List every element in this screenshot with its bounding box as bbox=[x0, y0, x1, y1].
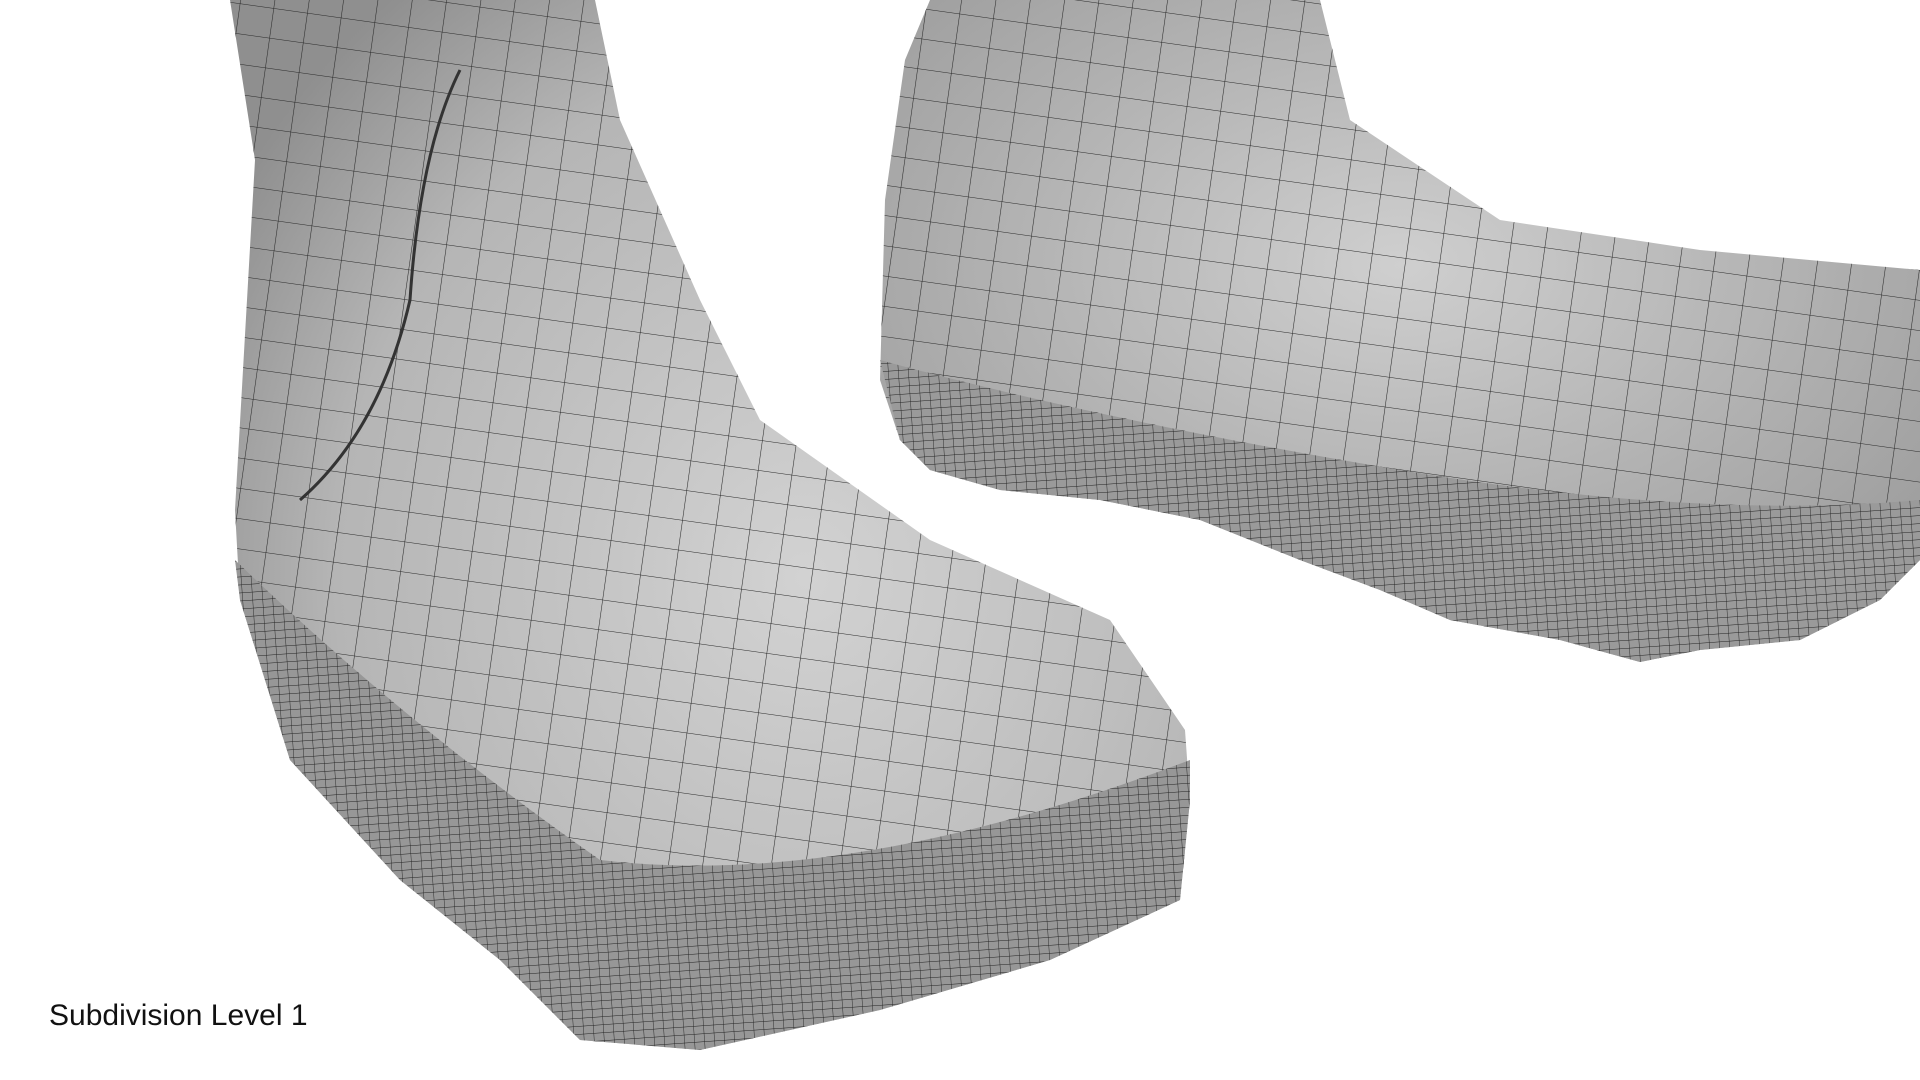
right-boot bbox=[880, 0, 1920, 662]
boots-wireframe-render bbox=[230, 0, 1920, 1050]
subdivision-level-caption: Subdivision Level 1 bbox=[49, 999, 308, 1032]
render-viewport: Subdivision Level 1 bbox=[0, 0, 1920, 1080]
